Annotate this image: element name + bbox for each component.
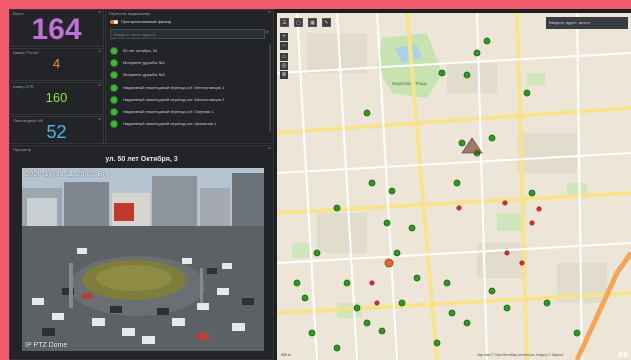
camera-view-panel: Просмотр × ул. 50 лет Октября, 3 2020-10… bbox=[9, 145, 274, 360]
stat-ptz-title: Камер "Поток" bbox=[13, 50, 40, 55]
list-item-label: Надземный пешеходный переход ост. Метеос… bbox=[123, 84, 225, 90]
close-icon[interactable]: × bbox=[268, 10, 271, 16]
zoom-out-icon[interactable]: − bbox=[280, 42, 288, 50]
stat-total-frame: Всего × 164 bbox=[9, 9, 104, 47]
map-canvas: Берёзовая Роща Map data © OpenStreetMap … bbox=[277, 13, 631, 360]
selected-camera-marker bbox=[384, 258, 394, 268]
stat-ptz-panel: Камер "Поток" × 4 bbox=[9, 48, 104, 81]
stat-pedestrian-panel: Пешеходных КВ × 52 bbox=[9, 116, 104, 144]
stat-total-number: 164 bbox=[31, 13, 82, 46]
list-item[interactable]: Надземный пешеходный переход ост. Метеос… bbox=[110, 95, 270, 106]
camera-status-icon bbox=[110, 120, 118, 129]
stat-lpr-value: 160 bbox=[45, 90, 68, 105]
list-item-label: Надземный пешеходный переход ост. Школьн… bbox=[123, 121, 217, 127]
camera-video-feed[interactable]: 2020-10-03 11:25:03 Вт IP PTZ Dome bbox=[22, 168, 264, 351]
spatial-filter-toggle[interactable] bbox=[110, 20, 118, 24]
camera-list-title: Перечень видеокамер bbox=[109, 11, 151, 16]
locate-icon[interactable]: ◎ bbox=[280, 62, 288, 70]
list-item-label: Монумент дружбы №2 bbox=[123, 72, 165, 78]
dashboard-frame: Всего × 164 Камер "Поток" × 4 Камер LPR … bbox=[9, 9, 631, 360]
camera-frame-image bbox=[22, 168, 264, 351]
close-icon[interactable]: × bbox=[268, 146, 271, 152]
camera-view-title: Просмотр bbox=[13, 147, 32, 152]
list-item-label: Надземный пешеходный переход ост. Метеос… bbox=[123, 96, 225, 102]
map-search-input[interactable]: Введите адрес, место bbox=[546, 17, 628, 29]
camera-overlay-label: IP PTZ Dome bbox=[25, 342, 68, 349]
camera-status-icon bbox=[110, 71, 118, 80]
zoom-in-icon[interactable]: + bbox=[280, 33, 288, 41]
camera-list: 50 лет октября, 34 Монумент дружбы №1 Мо… bbox=[110, 46, 270, 131]
park-label: Берёзовая Роща bbox=[392, 81, 428, 86]
layers-icon[interactable]: ☰ bbox=[280, 18, 289, 27]
camera-timestamp: 2020-10-03 11:25:03 Вт bbox=[25, 171, 106, 178]
close-icon[interactable]: × bbox=[98, 49, 101, 55]
camera-list-panel: Перечень видеокамер × Пространственный ф… bbox=[105, 9, 274, 144]
list-item[interactable]: Надземный пешеходный переход ост. Метеос… bbox=[110, 83, 270, 94]
list-item[interactable]: Монумент дружбы №1 bbox=[110, 58, 270, 69]
list-scrollbar[interactable] bbox=[269, 44, 271, 132]
map-scale: 500 m bbox=[281, 353, 291, 357]
camera-status-icon bbox=[110, 107, 118, 116]
spatial-filter-label: Пространственный фильтр bbox=[121, 19, 172, 24]
map-logo: es bbox=[617, 349, 628, 359]
measure-icon[interactable]: ⊕ bbox=[280, 71, 288, 79]
grid-icon[interactable]: ▦ bbox=[308, 18, 317, 27]
list-item-label: 50 лет октября, 34 bbox=[123, 48, 158, 53]
clear-search-icon[interactable]: × bbox=[265, 30, 269, 36]
stat-ptz-value: 4 bbox=[52, 56, 61, 71]
camera-status-icon bbox=[110, 83, 118, 92]
fullscreen-icon[interactable]: ▢ bbox=[294, 18, 303, 27]
stat-lpr-panel: Камер LPR × 160 bbox=[9, 82, 104, 115]
list-item[interactable]: 50 лет октября, 34 bbox=[110, 46, 270, 57]
camera-status-icon bbox=[110, 95, 118, 104]
address-search-input[interactable]: Введите часть адреса bbox=[110, 29, 265, 39]
camera-status-icon bbox=[110, 59, 118, 68]
stat-pedestrian-value: 52 bbox=[46, 122, 67, 142]
home-icon[interactable]: ⌂ bbox=[280, 53, 288, 61]
close-icon[interactable]: × bbox=[98, 83, 101, 89]
list-item[interactable]: Надземный пешеходный переход ост. Озерна… bbox=[110, 107, 270, 118]
settings-icon[interactable]: ✎ bbox=[322, 18, 331, 27]
camera-status-icon bbox=[110, 47, 118, 55]
map-attribution: Map data © OpenStreetMap contributors, I… bbox=[477, 353, 564, 357]
camera-name: ул. 50 лет Октября, 3 bbox=[105, 156, 178, 163]
list-item-label: Монумент дружбы №1 bbox=[123, 60, 165, 66]
list-item[interactable]: Надземный пешеходный переход ост. Школьн… bbox=[110, 119, 270, 130]
list-item[interactable]: Монумент дружбы №2 bbox=[110, 70, 270, 81]
city-map[interactable]: Берёзовая Роща Map data © OpenStreetMap … bbox=[277, 13, 631, 360]
stat-lpr-title: Камер LPR bbox=[13, 84, 34, 89]
list-item-label: Надземный пешеходный переход ост. Озерна… bbox=[123, 108, 214, 114]
